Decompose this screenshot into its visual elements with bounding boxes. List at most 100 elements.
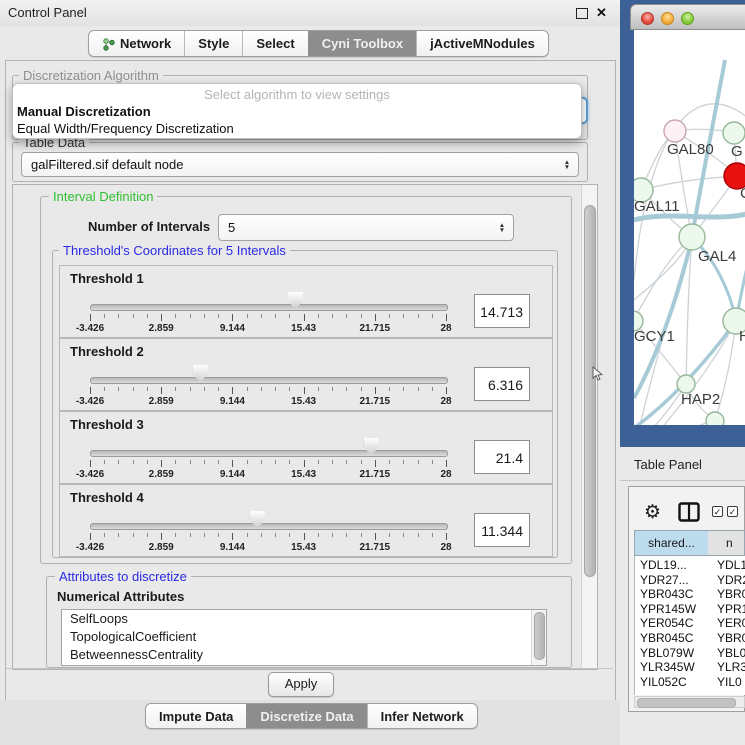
tick-label: 15.43 [291, 323, 316, 334]
tab-select[interactable]: Select [242, 31, 307, 56]
threshold-label: Threshold 1 [70, 271, 144, 286]
network-node-label: GAL80 [667, 141, 714, 158]
network-node-label: HAP2 [681, 391, 720, 408]
threshold-value-field[interactable]: 21.4 [474, 440, 530, 474]
tab-cyni-toolbox[interactable]: Cyni Toolbox [308, 31, 416, 56]
number-of-intervals-combobox[interactable]: 5 ▲▼ [218, 214, 514, 241]
tick-label: 9.144 [220, 542, 245, 553]
threshold-row-3: Threshold 3-3.4262.8599.14415.4321.71528… [59, 411, 553, 484]
network-node-gal4[interactable] [679, 224, 705, 250]
number-of-intervals-value: 5 [219, 220, 495, 235]
vertical-scrollbar[interactable] [581, 185, 597, 669]
table-header-name[interactable]: n [708, 530, 745, 556]
tick-label: 28 [440, 469, 451, 480]
mode-tab-bar: Impute Data Discretize Data Infer Network [145, 703, 478, 729]
network-node-label: GAL4 [698, 248, 736, 265]
tick-label: 2.859 [149, 323, 174, 334]
cell-shared-name: YBR045C [640, 631, 693, 645]
network-node-g[interactable] [723, 122, 745, 144]
tab-label: Style [198, 36, 229, 51]
tab-label: Discretize Data [260, 709, 353, 724]
threshold-value-field[interactable]: 6.316 [474, 367, 530, 401]
threshold-value-field[interactable]: 11.344 [474, 513, 530, 547]
close-icon[interactable]: ✕ [596, 5, 607, 21]
cell-shared-name: YIL052C [640, 675, 687, 689]
tick-label: 2.859 [149, 469, 174, 480]
numerical-attributes-label: Numerical Attributes [57, 589, 184, 604]
attribute-list-item[interactable]: BetweennessCentrality [62, 646, 546, 664]
window-zoom-light[interactable] [681, 12, 694, 25]
tick-label: -3.426 [76, 542, 104, 553]
algorithm-dropdown-popup: Select algorithm to view settings Manual… [12, 83, 582, 139]
network-canvas[interactable]: GAL80GCGAL11GAL4GCY1HHAP2 [634, 30, 745, 425]
tick-label: 9.144 [220, 323, 245, 334]
cell-name: YDR2 [717, 573, 745, 587]
threshold-slider-track[interactable] [90, 304, 448, 311]
threshold-slider-track[interactable] [90, 523, 448, 530]
network-node-label: G [731, 143, 743, 160]
cell-name: YIL0 [717, 675, 742, 689]
network-node-gal80[interactable] [664, 120, 686, 142]
checkbox-icon[interactable]: ✓ [727, 506, 738, 517]
apply-button[interactable]: Apply [268, 672, 334, 697]
table-data-combobox[interactable]: galFiltered.sif default node ▲▼ [21, 152, 579, 177]
tick-label: 15.43 [291, 396, 316, 407]
tab-style[interactable]: Style [184, 31, 242, 56]
network-node-label: GAL11 [634, 198, 680, 215]
cell-name: YBR0 [717, 631, 745, 645]
threshold-label: Threshold 4 [70, 490, 144, 505]
network-node[interactable] [706, 412, 724, 425]
tab-discretize-data[interactable]: Discretize Data [246, 704, 366, 728]
threshold-slider-track[interactable] [90, 450, 448, 457]
cell-name: YDL1 [717, 558, 745, 572]
attribute-list-item[interactable]: SelfLoops [62, 610, 546, 628]
attributes-group: Attributes to discretize Numerical Attri… [46, 576, 572, 668]
tick-label: 21.715 [360, 323, 391, 334]
dropdown-option-equal-width[interactable]: Equal Width/Frequency Discretization [17, 121, 234, 136]
checkbox-icon[interactable]: ✓ [712, 506, 723, 517]
split-columns-icon[interactable] [678, 502, 700, 522]
table-header-shared-name[interactable]: shared... [634, 530, 709, 556]
panel-title: Control Panel [8, 0, 87, 26]
cell-name: YER0 [717, 616, 745, 630]
divider [620, 480, 745, 481]
network-window-titlebar [630, 4, 745, 30]
tick-label: 2.859 [149, 542, 174, 553]
cell-shared-name: YDR27... [640, 573, 689, 587]
tab-impute-data[interactable]: Impute Data [146, 704, 246, 728]
network-node-label: C [740, 185, 745, 202]
table-panel-title: Table Panel [634, 450, 702, 480]
threshold-value-field[interactable]: 14.713 [474, 294, 530, 328]
vertical-scrollbar-thumb[interactable] [584, 205, 596, 577]
thresholds-group: Threshold's Coordinates for 5 Intervals … [52, 250, 558, 558]
tick-label: 21.715 [360, 542, 391, 553]
tab-label: Network [120, 36, 171, 51]
list-scrollbar[interactable] [531, 610, 546, 665]
slider-ticks: -3.4262.8599.14415.4321.71528 [90, 314, 446, 336]
tab-jactivemnodules[interactable]: jActiveMNodules [416, 31, 548, 56]
threshold-row-4: Threshold 4-3.4262.8599.14415.4321.71528… [59, 484, 553, 557]
horizontal-scrollbar-thumb[interactable] [637, 698, 736, 708]
threshold-slider-track[interactable] [90, 377, 448, 384]
tab-infer-network[interactable]: Infer Network [367, 704, 477, 728]
tab-label: Impute Data [159, 709, 233, 724]
slider-ticks: -3.4262.8599.14415.4321.71528 [90, 460, 446, 482]
gear-icon[interactable]: ⚙ [644, 501, 661, 524]
tick-label: -3.426 [76, 323, 104, 334]
horizontal-scrollbar[interactable] [634, 696, 745, 708]
control-panel-tab-bar: Network Style SelectCyni ToolboxjActiveMNo… [88, 30, 549, 57]
float-window-icon[interactable] [576, 8, 588, 19]
dropdown-option-manual[interactable]: Manual Discretization [17, 104, 151, 119]
stepper-arrows-icon: ▲▼ [560, 160, 578, 170]
window-minimize-light[interactable] [661, 12, 674, 25]
attribute-list-item[interactable]: TopologicalCoefficient [62, 628, 546, 646]
window-close-light[interactable] [641, 12, 654, 25]
tick-label: 28 [440, 396, 451, 407]
divider [6, 668, 613, 669]
list-scrollbar-thumb[interactable] [534, 612, 545, 660]
tick-label: 28 [440, 542, 451, 553]
table-rows: YDL19...YDL1YDR27...YDR2YBR043CYBR0YPR14… [634, 556, 745, 695]
tick-label: 21.715 [360, 469, 391, 480]
numerical-attributes-list[interactable]: SelfLoopsTopologicalCoefficientBetweenne… [61, 609, 547, 666]
tab-network[interactable]: Network [89, 31, 184, 56]
